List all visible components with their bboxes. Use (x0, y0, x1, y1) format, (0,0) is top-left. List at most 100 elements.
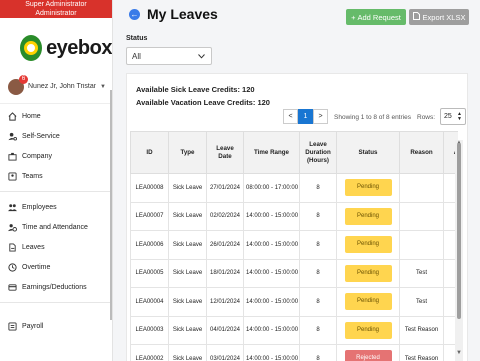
user-menu[interactable]: 6 Nunez Jr, John Tristan A. ▼ (0, 68, 112, 104)
sidebar-item-label: Company (22, 152, 52, 160)
prev-page-button[interactable]: < (283, 109, 298, 124)
cell-time-range: 14:00:00 - 15:00:00 (243, 315, 300, 345)
table-header-row: ID Type Leave Date Time Range Leave Dura… (130, 131, 458, 174)
column-header-id[interactable]: ID (130, 131, 169, 174)
clock-user-icon (8, 223, 17, 232)
sidebar-item-label: Time and Attendance (22, 223, 88, 231)
cell-reason (399, 173, 444, 203)
sidebar-item-payroll[interactable]: Payroll (0, 316, 112, 336)
sidebar-item-employees[interactable]: Employees (0, 197, 112, 217)
table-row[interactable]: LEA00008 Sick Leave 27/01/2024 08:00:00 - 1… (130, 173, 458, 203)
nav-divider (0, 191, 112, 192)
avatar: 6 (8, 74, 28, 95)
export-xlsx-button[interactable]: Export XLSX (409, 9, 469, 25)
cell-time-range: 14:00:00 - 15:00:00 (243, 230, 300, 260)
sidebar-item-home[interactable]: Home (0, 106, 112, 126)
sidebar-item-leaves[interactable]: Leaves (0, 237, 112, 257)
cell-status: Pending (336, 230, 400, 260)
sidebar-item-time-and-attendance[interactable]: Time and Attendance (0, 217, 112, 237)
sidebar-item-earnings-deductions[interactable]: Earnings/Deductions (0, 277, 112, 297)
cell-time-range: 14:00:00 - 15:00:00 (243, 344, 300, 361)
sidebar-item-label: Self-Service (22, 132, 60, 140)
role-line-2: Administrator (35, 10, 77, 17)
cell-id: LEA00003 (130, 315, 169, 345)
user-name: Nunez Jr, John Tristan A. (28, 83, 97, 90)
table-row[interactable]: LEA00002 Sick Leave 03/01/2024 14:00:00 - 1… (130, 344, 458, 361)
column-header-time-range[interactable]: Time Range (243, 131, 300, 174)
sidebar-item-self-service[interactable]: Self-Service (0, 126, 112, 146)
cell-id: LEA00004 (130, 287, 169, 317)
cell-duration: 8 (299, 201, 337, 231)
sidebar-item-company[interactable]: Company (0, 146, 112, 166)
cell-duration: 8 (299, 173, 337, 203)
leave-credits: Available Sick Leave Credits: 120 Availa… (136, 83, 270, 109)
cell-leave-date: 03/01/2024 (206, 344, 244, 361)
cell-status: Pending (336, 201, 400, 231)
cell-duration: 8 (299, 230, 337, 260)
employees-icon (8, 203, 17, 212)
leaves-icon (8, 242, 17, 252)
cell-status: Pending (336, 315, 400, 345)
status-filter-select[interactable]: All (126, 47, 212, 65)
rows-per-page-select[interactable]: 25 ▲ ▼ (440, 108, 466, 125)
building-icon (8, 152, 17, 161)
add-request-label: Add Request (357, 12, 401, 22)
status-badge: Rejected (344, 350, 392, 361)
cell-time-range: 14:00:00 - 15:00:00 (243, 258, 300, 288)
cell-duration: 8 (299, 344, 337, 361)
sidebar-item-label: Payroll (22, 322, 44, 330)
sidebar-item-teams[interactable]: Teams (0, 166, 112, 186)
notification-badge: 6 (19, 74, 28, 84)
plus-icon: + (351, 12, 356, 22)
sidebar-scrollbar[interactable] (110, 90, 112, 320)
next-page-button[interactable]: > (313, 109, 328, 124)
cell-status: Pending (336, 258, 400, 288)
cell-id: LEA00008 (130, 173, 169, 203)
sidebar-item-label: Earnings/Deductions (22, 283, 87, 291)
file-icon (412, 12, 420, 22)
cell-reason: Test (399, 258, 444, 288)
table-row[interactable]: LEA00005 Sick Leave 18/01/2024 14:00:00 - 1… (130, 258, 458, 288)
status-filter-value: All (132, 51, 141, 61)
cell-duration: 8 (299, 315, 337, 345)
cell-type: Sick Leave (168, 230, 207, 260)
scroll-down-icon[interactable]: ▼ (455, 350, 463, 356)
cell-reason: Test Reason (399, 315, 444, 345)
cell-reason (399, 230, 444, 260)
table-row[interactable]: LEA00006 Sick Leave 26/01/2024 14:00:00 - 1… (130, 230, 458, 260)
column-header-leave-date[interactable]: Leave Date (206, 131, 244, 174)
sidebar-item-label: Overtime (22, 263, 51, 271)
column-header-type[interactable]: Type (168, 131, 207, 174)
table-row[interactable]: LEA00007 Sick Leave 02/02/2024 14:00:00 - 1… (130, 201, 458, 231)
nav-divider (0, 302, 112, 303)
cell-duration: 8 (299, 287, 337, 317)
cell-type: Sick Leave (168, 287, 207, 317)
cell-id: LEA00007 (130, 201, 169, 231)
vacation-leave-credits: Available Vacation Leave Credits: 120 (136, 98, 270, 107)
table-row[interactable]: LEA00003 Sick Leave 04/01/2024 14:00:00 - 1… (130, 315, 458, 345)
eyebox-logo[interactable]: eyebox (0, 18, 112, 68)
sidebar: Super Administrator Administrator eyebox… (0, 0, 113, 361)
caret-down-icon: ▼ (100, 83, 106, 90)
column-header-leave-duration[interactable]: Leave Duration (Hours) (299, 131, 337, 174)
column-header-reason[interactable]: Reason (399, 131, 444, 174)
status-badge: Pending (344, 236, 392, 254)
add-request-button[interactable]: + Add Request (346, 9, 406, 25)
sick-leave-credits: Available Sick Leave Credits: 120 (136, 85, 255, 94)
table-row[interactable]: LEA00004 Sick Leave 12/01/2024 14:00:00 - 1… (130, 287, 458, 317)
sidebar-item-label: Home (22, 112, 41, 120)
status-badge: Pending (344, 293, 392, 311)
chevron-down-icon (198, 52, 205, 61)
cell-type: Sick Leave (168, 201, 207, 231)
cell-time-range: 14:00:00 - 15:00:00 (243, 287, 300, 317)
rows-per-page-value: 25 (444, 113, 452, 120)
back-arrow-icon[interactable]: ← (129, 9, 140, 20)
cell-status: Pending (336, 173, 400, 203)
status-filter-label: Status (126, 35, 148, 42)
updown-icon: ▲ ▼ (457, 110, 462, 122)
page-1-button[interactable]: 1 (298, 109, 313, 124)
sidebar-item-overtime[interactable]: Overtime (0, 257, 112, 277)
scrollbar-thumb[interactable] (457, 143, 461, 319)
table-scrollbar[interactable]: ▲ ▼ (455, 140, 463, 361)
column-header-status[interactable]: Status (336, 131, 400, 174)
